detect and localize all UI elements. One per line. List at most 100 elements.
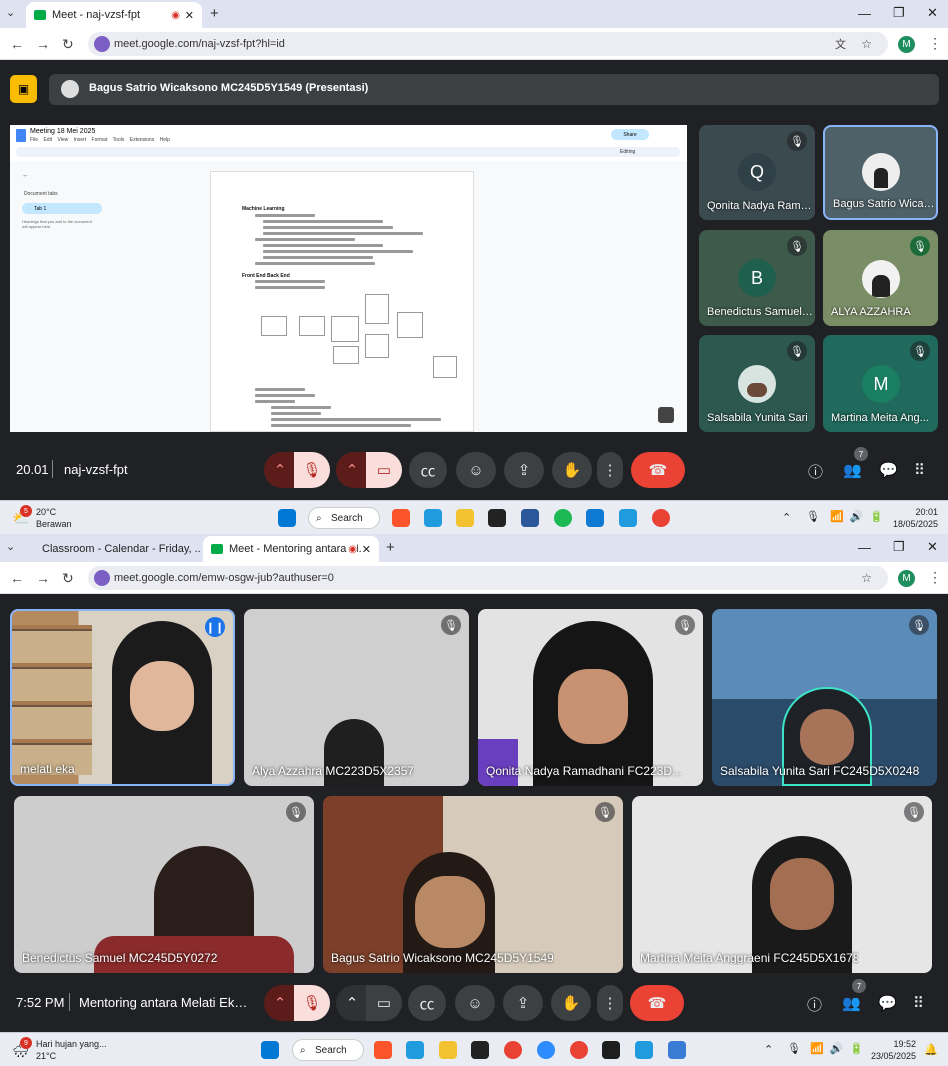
tile-melati[interactable]: ❙❙ melati eka [10,609,235,786]
taskbar-search[interactable]: ⌕ Search [292,1039,364,1061]
menu-extensions[interactable]: Extensions [130,137,154,143]
profile-avatar[interactable]: M [898,570,915,587]
tile-bagus[interactable]: 🎙 Bagus Satrio Wicaksono MC245D5Y1549 [323,796,623,973]
bookmark-star-icon[interactable]: ☆ [861,37,872,51]
raise-hand-button[interactable]: ✋ [552,452,592,488]
captions-button[interactable]: ㏄ [409,452,447,488]
leave-call-button[interactable]: ☎ [631,452,685,488]
tile-benedictus[interactable]: B 🎙 Benedictus Samuel ... [699,230,815,326]
emoji-button[interactable]: ☺ [455,985,495,1021]
tray-status-icons[interactable]: 📶 🔊 🔋 [830,510,883,523]
notion-icon[interactable] [471,1041,489,1059]
file-explorer-icon[interactable] [439,1041,457,1059]
more-options-button[interactable]: ⋮ [597,985,623,1021]
tab-meet-naj[interactable]: Meet - naj-vzsf-fpt ◉ ✕ [26,2,202,28]
tile-salsabila[interactable]: 🎙 Salsabila Yunita Sari FC245D5X0248 [712,609,937,786]
tile-alya[interactable]: 🎙 ALYA AZZAHRA [823,230,938,326]
tile-martina[interactable]: 🎙 Martina Meita Anggraeni FC245D5X1678 [632,796,932,973]
info-icon[interactable]: ⓘ [808,461,823,482]
brave-icon[interactable] [374,1041,392,1059]
file-explorer-icon[interactable] [456,509,474,527]
close-tab-icon[interactable]: ✕ [185,9,194,22]
edge-icon[interactable] [619,509,637,527]
present-button[interactable]: ⇪ [503,985,543,1021]
edge-icon[interactable] [635,1041,653,1059]
menu-kebab-icon[interactable]: ⋮ [928,569,942,586]
mic-options-button[interactable]: ⌃ [264,452,296,488]
mic-options-button[interactable]: ⌃ [264,985,296,1021]
word-icon[interactable] [521,509,539,527]
menu-kebab-icon[interactable]: ⋮ [928,35,942,52]
menu-view[interactable]: View [57,137,68,143]
present-button[interactable]: ⇪ [504,452,544,488]
chrome-icon[interactable] [652,509,670,527]
reload-icon[interactable]: ↻ [62,36,74,53]
notification-bell-icon[interactable]: 🔔 [924,1043,938,1056]
restore-icon[interactable]: ❐ [893,5,905,21]
camera-options-button[interactable]: ⌃ [336,985,368,1021]
back-icon[interactable]: ← [10,36,24,52]
edge-icon[interactable] [424,509,442,527]
windows-start-icon[interactable] [261,1041,279,1059]
share-button[interactable]: Share [611,129,649,140]
tile-qonita[interactable]: Q 🎙 Qonita Nadya Rama... [699,125,815,220]
taskbar-search[interactable]: ⌕ Search [308,507,380,529]
reload-icon[interactable]: ↻ [62,570,74,587]
tray-mic-icon[interactable]: 🎙 [806,510,820,523]
menu-file[interactable]: File [30,137,38,143]
tray-mic-icon[interactable]: 🎙 [787,1042,801,1055]
menu-edit[interactable]: Edit [43,137,52,143]
minimize-icon[interactable]: — [858,6,871,21]
url-input[interactable]: meet.google.com/naj-vzsf-fpt?hl=id 文 ☆ [88,32,888,56]
spotify-icon[interactable] [554,509,572,527]
close-window-icon[interactable]: ✕ [927,539,938,555]
bookmark-star-icon[interactable]: ☆ [861,571,872,585]
doc-tab-1[interactable]: Tab 1 [22,203,102,214]
edge-icon[interactable] [406,1041,424,1059]
vscode-icon[interactable] [586,509,604,527]
people-icon[interactable]: 👥 [843,461,862,479]
tray-chevron-icon[interactable]: ⌃ [764,1043,773,1056]
tray-status-icons[interactable]: 📶 🔊 🔋 [810,1042,863,1055]
info-icon[interactable]: ⓘ [807,994,822,1015]
figma-icon[interactable] [602,1041,620,1059]
people-icon[interactable]: 👥 [842,994,861,1012]
zoom-icon[interactable] [537,1041,555,1059]
tile-benedictus[interactable]: 🎙 Benedictus Samuel MC245D5Y0272 [14,796,314,973]
tab-list-chevron-icon[interactable]: ⌄ [6,6,15,19]
menu-tools[interactable]: Tools [113,137,125,143]
camera-options-button[interactable]: ⌃ [336,452,368,488]
camera-off-button[interactable]: ▭ [366,452,402,488]
forward-icon[interactable]: → [36,570,50,586]
doc-back-icon[interactable]: ← [22,172,29,179]
chrome-icon[interactable] [570,1041,588,1059]
emoji-button[interactable]: ☺ [456,452,496,488]
photos-icon[interactable] [668,1041,686,1059]
activities-icon[interactable]: ⠿ [913,994,924,1012]
close-tab-icon[interactable]: ✕ [361,542,371,556]
chat-icon[interactable]: 💬 [879,461,898,479]
mic-off-button[interactable]: 🎙 [294,985,330,1021]
new-tab-button[interactable]: + [210,5,219,22]
chat-icon[interactable]: 💬 [878,994,897,1012]
captions-button[interactable]: ㏄ [408,985,446,1021]
menu-help[interactable]: Help [160,137,170,143]
editing-mode[interactable]: Editing [620,149,635,155]
new-tab-button[interactable]: + [386,539,395,556]
tile-bagus[interactable]: Bagus Satrio Wicaks... [823,125,938,220]
tile-martina[interactable]: M 🎙 Martina Meita Ang... [823,335,938,432]
camera-button[interactable]: ▭ [366,985,402,1021]
more-options-button[interactable]: ⋮ [597,452,623,488]
tile-salsabila[interactable]: 🎙 Salsabila Yunita Sari [699,335,815,432]
leave-call-button[interactable]: ☎ [630,985,684,1021]
tab-classroom[interactable]: Classroom - Calendar - Friday, ... [28,536,200,562]
doc-explore-icon[interactable] [658,407,674,423]
tile-alya-azzahra[interactable]: 🎙 Alya Azzahra MC223D5X2357 [244,609,469,786]
url-input[interactable]: meet.google.com/emw-osgw-jub?authuser=0 … [88,566,888,590]
forward-icon[interactable]: → [36,36,50,52]
activities-icon[interactable]: ⠿ [914,461,925,479]
tab-meet-mentoring[interactable]: Meet - Mentoring antara M... ◉ ✕ [203,536,379,562]
minimize-icon[interactable]: — [858,540,871,555]
tray-chevron-icon[interactable]: ⌃ [782,511,791,524]
tab-list-chevron-icon[interactable]: ⌄ [6,540,15,553]
